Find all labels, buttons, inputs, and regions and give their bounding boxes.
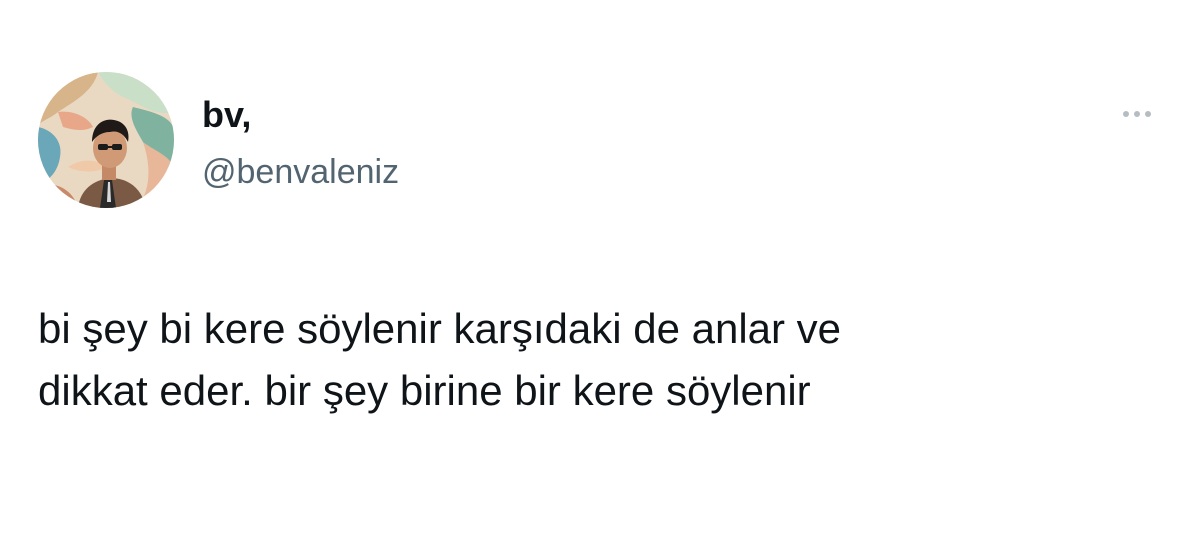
tweet-text-line: bi şey bi kere söylenir karşıdaki de anl… xyxy=(38,305,842,352)
more-options-button[interactable] xyxy=(1112,100,1162,128)
more-horizontal-icon xyxy=(1145,111,1151,117)
more-horizontal-icon xyxy=(1123,111,1129,117)
author-handle[interactable]: @benvaleniz xyxy=(202,152,399,192)
tweet-card: bv, @benvaleniz bi şey bi kere söylenir … xyxy=(0,0,1200,553)
more-horizontal-icon xyxy=(1134,111,1140,117)
avatar[interactable] xyxy=(38,72,174,208)
author-display-name[interactable]: bv, xyxy=(202,94,251,136)
tweet-text: bi şey bi kere söylenir karşıdaki de anl… xyxy=(38,298,1158,422)
tweet-text-line: dikkat eder. bir şey birine bir kere söy… xyxy=(38,367,811,414)
profile-photo-icon xyxy=(38,72,174,208)
